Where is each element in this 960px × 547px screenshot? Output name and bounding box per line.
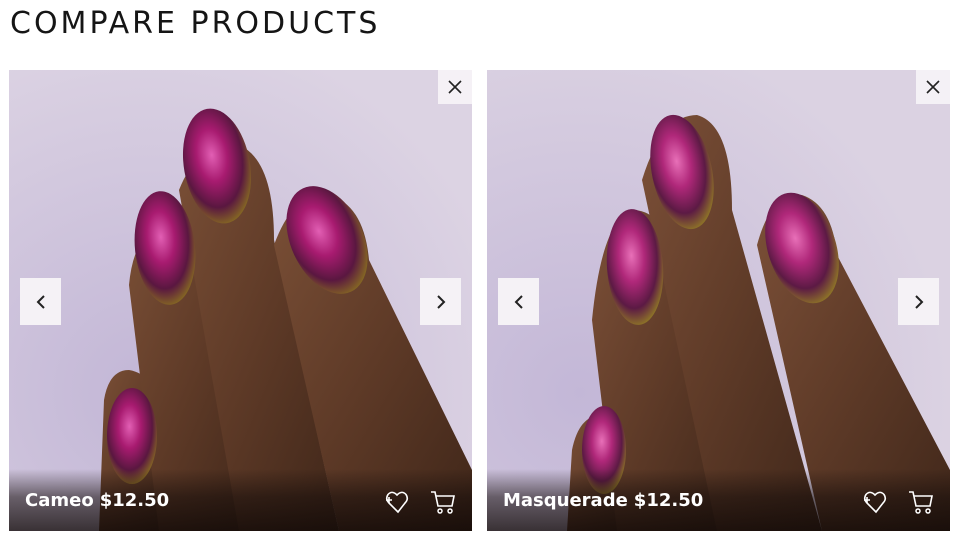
card-footer: Cameo $12.50 [9,469,472,531]
add-to-cart-button[interactable] [906,487,936,517]
product-card-cameo: Cameo $12.50 [9,70,472,531]
product-name: Cameo [25,490,94,511]
add-to-wishlist-button[interactable] [860,487,890,517]
card-actions [860,487,936,517]
close-icon [926,80,940,94]
product-name: Masquerade [503,490,628,511]
remove-product-button[interactable] [438,70,472,104]
chevron-left-icon [36,294,45,309]
product-card-masquerade: Masquerade $12.50 [487,70,950,531]
chevron-right-icon [914,294,923,309]
card-footer: Masquerade $12.50 [487,469,950,531]
prev-image-button[interactable] [498,278,539,325]
add-to-wishlist-button[interactable] [382,487,412,517]
add-to-cart-button[interactable] [428,487,458,517]
product-price: $12.50 [99,490,170,511]
product-price: $12.50 [633,490,704,511]
heart-plus-icon [385,491,409,514]
heart-plus-icon [863,491,887,514]
chevron-right-icon [436,294,445,309]
page-title: COMPARE PRODUCTS [10,6,381,41]
shopping-cart-icon [431,491,455,514]
product-info[interactable]: Cameo $12.50 [25,490,169,512]
next-image-button[interactable] [420,278,461,325]
close-icon [448,80,462,94]
shopping-cart-icon [909,491,933,514]
remove-product-button[interactable] [916,70,950,104]
product-info[interactable]: Masquerade $12.50 [503,490,703,512]
next-image-button[interactable] [898,278,939,325]
product-image[interactable] [9,70,472,531]
product-image[interactable] [487,70,950,531]
card-actions [382,487,458,517]
chevron-left-icon [514,294,523,309]
prev-image-button[interactable] [20,278,61,325]
